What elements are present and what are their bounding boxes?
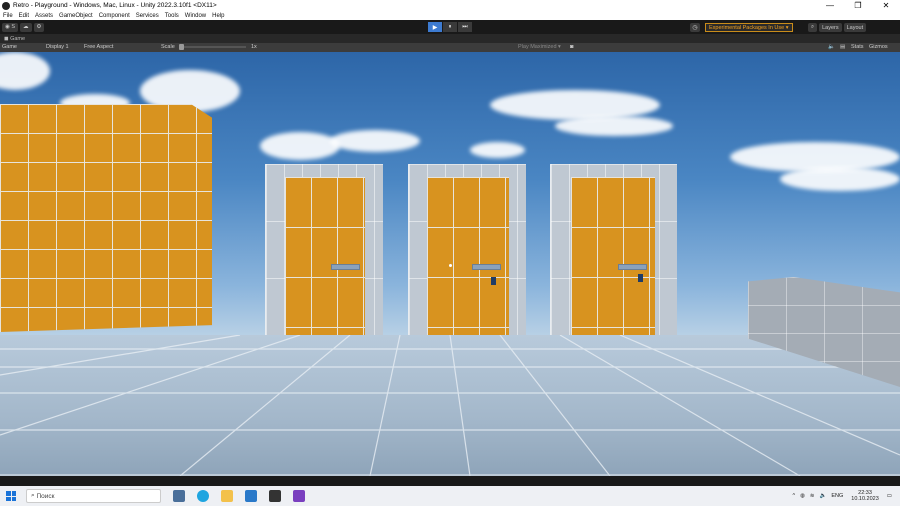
stats-button[interactable]: Stats [851, 44, 864, 50]
cloud [780, 167, 900, 191]
gizmos-button[interactable]: Gizmos [869, 44, 888, 50]
door-right [571, 177, 655, 335]
play-maximized-dropdown[interactable]: Play Maximized ▾ [518, 44, 561, 50]
door-handle [618, 264, 647, 270]
file-explorer-icon[interactable] [221, 490, 233, 502]
menu-services[interactable]: Services [136, 13, 159, 19]
task-view-icon[interactable] [173, 490, 185, 502]
system-tray: ^ ◍ ≋ 🔈 ENG 22:33 10.10.2023 ▭ [792, 486, 900, 506]
menu-file[interactable]: File [3, 13, 13, 19]
cloud [555, 116, 673, 136]
visual-studio-icon[interactable] [293, 490, 305, 502]
door-left [285, 177, 365, 335]
window-controls: — ❐ ✕ [816, 1, 900, 10]
taskbar-search-placeholder: Поиск [36, 492, 55, 500]
play-controls: ▶ ⏸ ⏭ [428, 22, 473, 32]
taskbar-search[interactable]: ⌕ Поиск [26, 489, 161, 503]
cloud-icon: ☁ [23, 24, 29, 30]
experimental-packages-dropdown[interactable]: Experimental Packages In Use ▾ [705, 23, 793, 32]
door-handle [472, 264, 501, 270]
account-button[interactable]: ◉ S [2, 22, 18, 32]
maximize-button[interactable]: ❐ [844, 1, 872, 10]
unity-hub-icon[interactable] [269, 490, 281, 502]
cloud [0, 52, 50, 90]
scale-value: 1x [251, 44, 257, 50]
menu-tools[interactable]: Tools [165, 13, 179, 19]
cloud [490, 90, 660, 120]
door-center [427, 177, 509, 335]
camera-icon[interactable]: ◙ [570, 44, 573, 50]
history-icon: ◷ [692, 25, 698, 31]
ground-grid [0, 335, 900, 476]
gear-icon: ⚙ [36, 24, 42, 30]
search-icon: ⌕ [811, 24, 815, 30]
windows-taskbar: ⌕ Поиск [0, 486, 900, 506]
windows-start-icon[interactable] [6, 491, 16, 501]
game-mode-dropdown[interactable]: Game [2, 44, 17, 50]
clock[interactable]: 22:33 10.10.2023 [851, 490, 879, 502]
minimize-button[interactable]: — [816, 1, 844, 10]
history-button[interactable]: ◷ [690, 23, 700, 32]
edge-icon[interactable] [197, 490, 209, 502]
aspect-dropdown[interactable]: Free Aspect [84, 44, 113, 50]
language-indicator[interactable]: ENG [831, 493, 843, 499]
settings-button[interactable]: ⚙ [33, 22, 45, 32]
menu-assets[interactable]: Assets [35, 13, 53, 19]
menu-component[interactable]: Component [99, 13, 130, 19]
notifications-icon[interactable]: ▭ [887, 493, 892, 499]
unity-logo-icon [2, 1, 10, 10]
door-handle [331, 264, 360, 270]
pause-button[interactable]: ⏸ [443, 22, 457, 32]
step-button[interactable]: ⏭ [458, 22, 472, 32]
mail-icon[interactable] [245, 490, 257, 502]
play-button[interactable]: ▶ [428, 22, 442, 32]
close-button[interactable]: ✕ [872, 1, 900, 10]
cloud [260, 132, 340, 160]
menu-help[interactable]: Help [212, 13, 224, 19]
cloud-button[interactable]: ☁ [20, 22, 32, 32]
crosshair-icon [449, 264, 452, 267]
game-view-toolbar: Game Display 1 Free Aspect Scale 1x Play… [0, 43, 900, 52]
menu-gameobject[interactable]: GameObject [59, 13, 93, 19]
wifi-icon[interactable]: ≋ [810, 493, 815, 499]
title-bar: Retro - Playground - Windows, Mac, Linux… [0, 0, 900, 11]
layers-dropdown[interactable]: Layers [819, 23, 842, 32]
orange-wall-block [0, 104, 212, 332]
layout-dropdown[interactable]: Layout [843, 23, 867, 32]
scale-slider-handle[interactable] [179, 44, 184, 50]
cloud [470, 142, 525, 158]
door-lock [638, 274, 643, 282]
network-icon[interactable]: ◍ [800, 493, 805, 499]
menu-bar: File Edit Assets GameObject Component Se… [0, 11, 900, 20]
menu-edit[interactable]: Edit [19, 13, 29, 19]
scale-slider-track[interactable] [180, 46, 246, 48]
tab-game[interactable]: ◼ Game [0, 36, 29, 42]
stats-icon[interactable]: ▤ [840, 44, 845, 50]
status-bar [0, 476, 900, 486]
window-title: Retro - Playground - Windows, Mac, Linux… [13, 2, 217, 9]
chevron-up-icon[interactable]: ^ [792, 493, 795, 499]
display-dropdown[interactable]: Display 1 [46, 44, 69, 50]
game-tab-bar: ◼ Game [0, 34, 900, 43]
scale-label: Scale [161, 44, 175, 50]
clock-date: 10.10.2023 [851, 496, 879, 502]
volume-icon[interactable]: 🔈 [819, 493, 826, 499]
search-button[interactable]: ⌕ [808, 23, 818, 32]
door-lock [491, 277, 496, 285]
game-viewport[interactable] [0, 52, 900, 476]
right-toolbar: ⌕ Layers Layout [806, 23, 867, 32]
cloud [330, 130, 420, 152]
menu-window[interactable]: Window [185, 13, 206, 19]
mute-audio-icon[interactable]: 🔈 [828, 44, 835, 50]
